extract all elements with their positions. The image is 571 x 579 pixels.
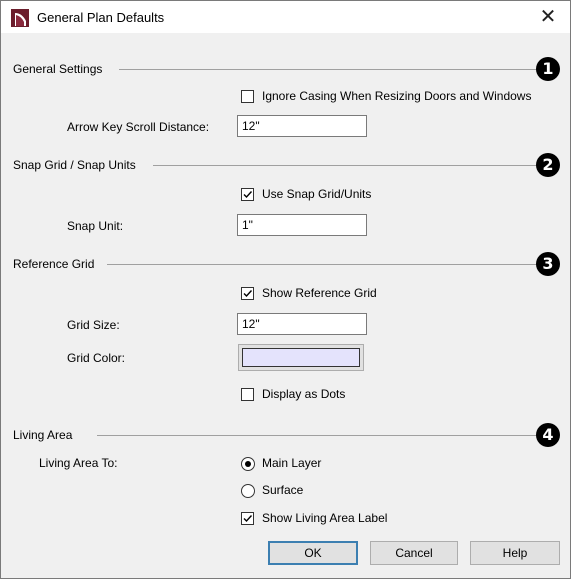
surface-label: Surface xyxy=(262,483,304,497)
dialog-window: General Plan Defaults ✕ General Settings… xyxy=(0,0,571,579)
display-as-dots-checkbox[interactable] xyxy=(241,388,254,401)
ignore-casing-label: Ignore Casing When Resizing Doors and Wi… xyxy=(262,89,532,103)
arrow-key-scroll-input[interactable]: 12" xyxy=(237,115,367,137)
grid-size-input[interactable]: 12" xyxy=(237,313,367,335)
grid-color-swatch xyxy=(242,348,360,367)
use-snap-checkbox[interactable] xyxy=(241,188,254,201)
main-layer-label: Main Layer xyxy=(262,456,322,470)
main-layer-radio[interactable] xyxy=(241,457,255,471)
section-divider xyxy=(119,69,537,70)
help-button[interactable]: Help xyxy=(470,541,560,565)
callout-badge-2: 2 xyxy=(536,153,560,177)
snap-unit-input[interactable]: 1" xyxy=(237,214,367,236)
section-divider xyxy=(97,435,537,436)
section-divider xyxy=(153,165,537,166)
snap-grid-heading: Snap Grid / Snap Units xyxy=(13,158,136,172)
grid-size-label: Grid Size: xyxy=(67,318,120,332)
ok-button[interactable]: OK xyxy=(268,541,358,565)
window-title: General Plan Defaults xyxy=(37,10,165,25)
living-area-to-label: Living Area To: xyxy=(39,456,118,470)
title-bar: General Plan Defaults ✕ xyxy=(1,1,570,33)
show-reference-grid-label: Show Reference Grid xyxy=(262,286,377,300)
chief-architect-icon xyxy=(11,9,29,27)
grid-color-button[interactable] xyxy=(238,344,364,371)
surface-radio[interactable] xyxy=(241,484,255,498)
cancel-button[interactable]: Cancel xyxy=(370,541,458,565)
close-icon[interactable]: ✕ xyxy=(536,5,560,29)
show-living-area-label-label: Show Living Area Label xyxy=(262,511,388,525)
callout-badge-3: 3 xyxy=(536,252,560,276)
show-reference-grid-checkbox[interactable] xyxy=(241,287,254,300)
display-as-dots-label: Display as Dots xyxy=(262,387,346,401)
section-divider xyxy=(107,264,537,265)
ignore-casing-checkbox[interactable] xyxy=(241,90,254,103)
use-snap-label: Use Snap Grid/Units xyxy=(262,187,372,201)
show-living-area-label-checkbox[interactable] xyxy=(241,512,254,525)
callout-badge-1: 1 xyxy=(536,57,560,81)
grid-color-label: Grid Color: xyxy=(67,351,126,365)
callout-badge-4: 4 xyxy=(536,423,560,447)
arrow-key-scroll-label: Arrow Key Scroll Distance: xyxy=(67,120,210,134)
dialog-body: General Settings 1 Ignore Casing When Re… xyxy=(1,33,570,578)
living-area-heading: Living Area xyxy=(13,428,73,442)
reference-grid-heading: Reference Grid xyxy=(13,257,95,271)
snap-unit-label: Snap Unit: xyxy=(67,219,124,233)
general-settings-heading: General Settings xyxy=(13,62,103,76)
